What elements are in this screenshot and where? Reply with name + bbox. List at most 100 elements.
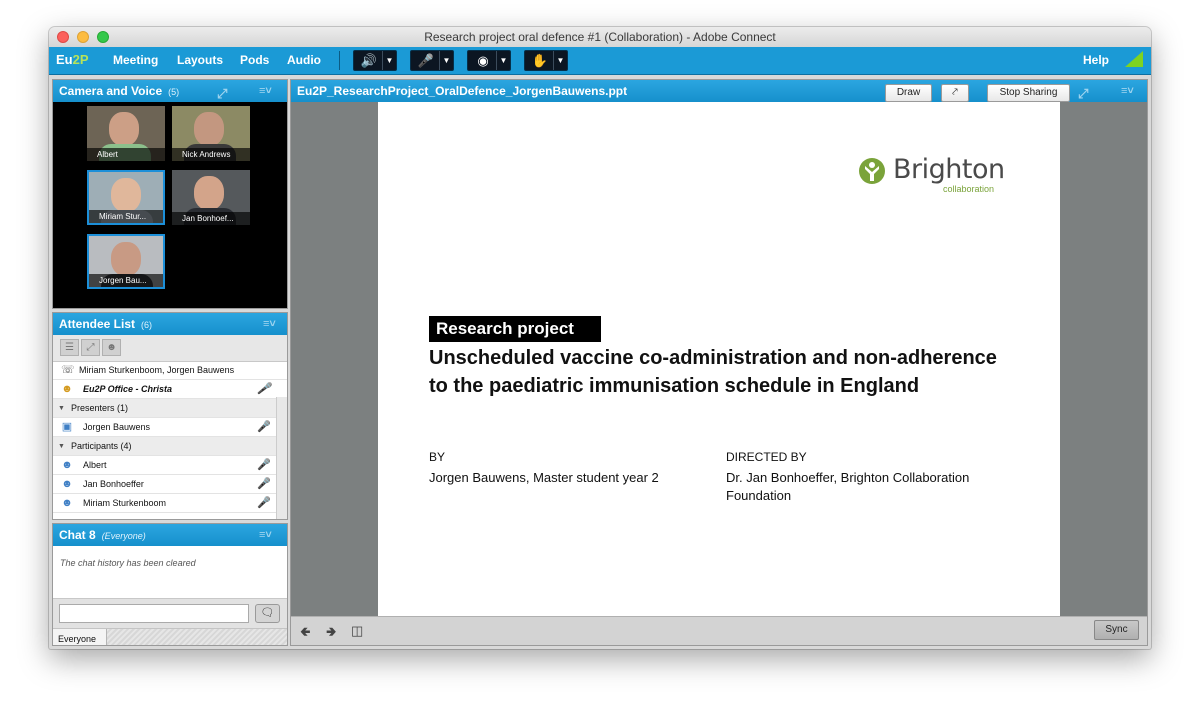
participant-icon: ☻ xyxy=(61,459,73,471)
chat-tab-everyone[interactable]: Everyone xyxy=(53,629,107,645)
eu2p-logo: Eu2P xyxy=(56,52,89,67)
group-label: Participants (4) xyxy=(71,441,132,451)
list-view-icon[interactable]: ☰ xyxy=(60,339,79,356)
video-tile-nick-andrews[interactable]: Nick Andrews xyxy=(172,106,250,161)
menu-meeting[interactable]: Meeting xyxy=(113,53,158,67)
mic-icon: 🎤 xyxy=(257,478,271,490)
participant-video xyxy=(111,178,141,212)
participant-video xyxy=(111,242,141,276)
mic-icon: 🎤 xyxy=(257,459,271,471)
attendee-scrollbar[interactable] xyxy=(276,397,287,519)
participants-group[interactable]: ▼ Participants (4) xyxy=(53,437,277,456)
chat-scope: (Everyone) xyxy=(101,531,146,541)
participant-icon: ☻ xyxy=(61,478,73,490)
attendee-row[interactable]: ▣ Jorgen Bauwens 🎤 xyxy=(53,418,277,437)
chat-compose-area: 🗨 xyxy=(53,598,287,629)
share-pod-title: Eu2P_ResearchProject_OralDefence_JorgenB… xyxy=(297,84,628,98)
sidebar-toggle-icon[interactable]: ◫ xyxy=(351,623,363,639)
raise-hand-icon: ✋ xyxy=(531,53,549,68)
speaking-now-row: ☏ Miriam Sturkenboom, Jorgen Bauwens xyxy=(53,361,287,380)
webcam-dropdown[interactable]: ▼ xyxy=(496,51,510,70)
video-tile-miriam[interactable]: Miriam Stur... xyxy=(87,170,165,225)
attendee-row[interactable]: ☻ Miriam Sturkenboom 🎤 xyxy=(53,494,277,513)
participant-video xyxy=(194,176,224,210)
attendee-row[interactable]: ☻ Jan Bonhoeffer 🎤 xyxy=(53,475,277,494)
share-pod-header: Eu2P_ResearchProject_OralDefence_JorgenB… xyxy=(291,80,1147,102)
menu-layouts[interactable]: Layouts xyxy=(177,53,223,67)
menu-pods[interactable]: Pods xyxy=(240,53,269,67)
attendee-row[interactable]: ☻ Albert 🎤 xyxy=(53,456,277,475)
video-tile-jan[interactable]: Jan Bonhoef... xyxy=(172,170,250,225)
camera-voice-pod: Camera and Voice (5) ⤢ ≡˅ Albert Nick And… xyxy=(52,79,288,309)
webcam-button[interactable]: ◉ ▼ xyxy=(467,50,511,71)
speaker-dropdown[interactable]: ▼ xyxy=(382,51,396,70)
video-grid: Albert Nick Andrews Miriam Stur... Jan B… xyxy=(53,102,287,308)
host-user-icon: ☻ xyxy=(61,383,73,395)
connection-strength-icon xyxy=(1125,51,1143,67)
group-label: Presenters (1) xyxy=(71,403,129,413)
previous-slide-icon[interactable]: 🢀 xyxy=(300,623,311,645)
speaker-button[interactable]: 🔊 ▼ xyxy=(353,50,397,71)
attendee-list-pod: Attendee List (6) ≡˅ ☰ ⤢ ☻ ☏ Miriam Sturk… xyxy=(52,312,288,520)
help-menu[interactable]: Help xyxy=(1083,53,1109,67)
participant-video xyxy=(194,112,224,146)
attendee-toolbar: ☰ ⤢ ☻ xyxy=(53,335,287,362)
menu-separator xyxy=(339,51,340,70)
slide-title: Unscheduled vaccine co-administration an… xyxy=(429,344,1029,400)
sync-button[interactable]: Sync xyxy=(1094,620,1139,640)
video-tile-jorgen[interactable]: Jorgen Bau... xyxy=(87,234,165,289)
chat-tab-bar: Everyone xyxy=(53,628,287,645)
attendee-name: Jan Bonhoeffer xyxy=(83,479,144,489)
next-slide-icon[interactable]: 🢂 xyxy=(326,623,337,645)
host-row[interactable]: ☻ Eu2P Office - Christa 🎤 xyxy=(53,380,277,399)
minimize-window-button[interactable] xyxy=(77,31,89,43)
zoom-window-button[interactable] xyxy=(97,31,109,43)
video-name-label: Jorgen Bau... xyxy=(89,274,163,287)
participant-video xyxy=(109,112,139,146)
pointer-tool-button[interactable]: ⤤ xyxy=(941,84,969,102)
close-window-button[interactable] xyxy=(57,31,69,43)
speaking-now-label: Miriam Sturkenboom, Jorgen Bauwens xyxy=(79,365,235,375)
video-name-label: Nick Andrews xyxy=(172,148,250,161)
menu-audio[interactable]: Audio xyxy=(287,53,321,67)
microphone-dropdown[interactable]: ▼ xyxy=(439,51,453,70)
director-line: Foundation xyxy=(726,488,792,503)
presenter-icon: ▣ xyxy=(61,421,73,433)
video-tile-albert[interactable]: Albert xyxy=(87,106,165,161)
microphone-muted-icon: 🎤 xyxy=(417,53,435,68)
video-name-label: Albert xyxy=(87,148,165,161)
attendee-name: Eu2P Office - Christa xyxy=(83,384,173,394)
title-bar: Research project oral defence #1 (Collab… xyxy=(49,27,1151,48)
attendee-name: Jorgen Bauwens xyxy=(83,422,151,432)
phone-icon: ☏ xyxy=(61,364,75,376)
pod-menu-icon[interactable]: ≡˅ xyxy=(1121,80,1134,102)
role-view-icon[interactable]: ☻ xyxy=(102,339,121,356)
stop-sharing-button[interactable]: Stop Sharing xyxy=(987,84,1070,102)
brighton-logo-icon xyxy=(859,158,885,184)
webcam-icon: ◉ xyxy=(477,53,489,68)
chat-message-input[interactable] xyxy=(59,604,249,623)
pod-menu-icon[interactable]: ≡˅ xyxy=(259,80,272,102)
director-line: Dr. Jan Bonhoeffer, Brighton Collaborati… xyxy=(726,470,970,485)
presenters-group[interactable]: ▼ Presenters (1) xyxy=(53,399,277,418)
send-message-button[interactable]: 🗨 xyxy=(255,604,280,623)
share-footer: 🢀 🢂 ◫ Sync xyxy=(291,616,1147,645)
breakout-view-icon[interactable]: ⤢ xyxy=(81,339,100,356)
status-dropdown[interactable]: ▼ xyxy=(553,51,567,70)
status-button[interactable]: ✋ ▼ xyxy=(524,50,568,71)
video-name-label: Miriam Stur... xyxy=(89,210,163,223)
by-label: BY xyxy=(429,450,446,464)
chat-pod-header: Chat 8 (Everyone) ≡˅ xyxy=(53,524,287,546)
slide-tag: Research project xyxy=(429,316,601,342)
collapse-triangle-icon: ▼ xyxy=(58,443,65,450)
collapse-triangle-icon: ▼ xyxy=(58,405,65,412)
chat-pod: Chat 8 (Everyone) ≡˅ The chat history has… xyxy=(52,523,288,646)
attendee-pod-title: Attendee List xyxy=(59,317,136,331)
draw-button[interactable]: Draw xyxy=(885,84,932,102)
menu-bar: Eu2P Meeting Layouts Pods Audio 🔊 ▼ 🎤 ▼ … xyxy=(49,47,1151,75)
pod-menu-icon[interactable]: ≡˅ xyxy=(259,524,272,546)
shared-content-area: Brighton collaboration Research project … xyxy=(291,102,1147,617)
microphone-button[interactable]: 🎤 ▼ xyxy=(410,50,454,71)
pod-menu-icon[interactable]: ≡˅ xyxy=(263,313,276,335)
mic-speaking-icon: 🎤 xyxy=(257,497,271,509)
